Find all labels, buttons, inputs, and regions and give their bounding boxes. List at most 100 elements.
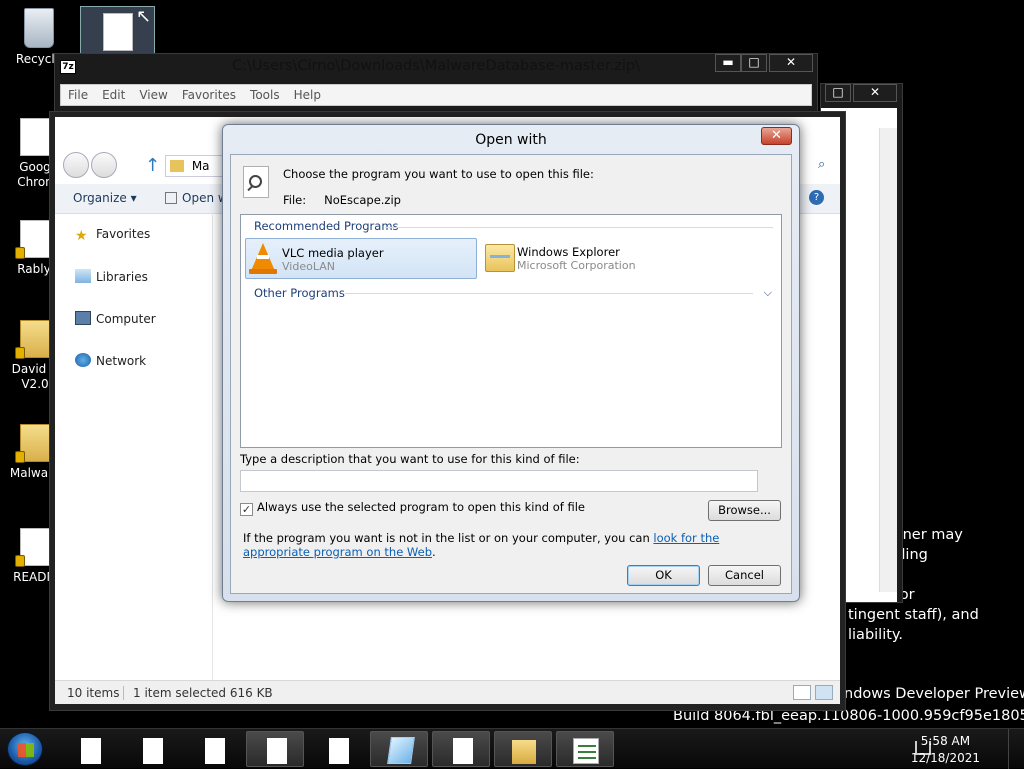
file-line: File: NoEscape.zip [283,193,401,207]
menu-help[interactable]: Help [287,85,328,102]
show-desktop-button[interactable] [1008,729,1024,769]
notepad-icon [387,737,415,764]
watermark-line-1: ndows Developer Preview [844,686,1024,702]
menu-edit[interactable]: Edit [95,85,132,102]
document-icon [143,738,163,764]
open-with-button[interactable]: Open w [165,191,228,205]
document-icon [205,738,225,764]
doc-line: tingent staff), and [848,607,979,623]
description-input[interactable] [240,470,758,492]
close-button[interactable]: ✕ [769,54,813,72]
taskbar-button-doc-6[interactable] [432,731,490,767]
maximize-button[interactable]: □ [825,84,851,102]
nav-item-computer[interactable]: Computer [75,311,156,326]
menu-tools[interactable]: Tools [243,85,287,102]
organize-button[interactable]: Organize ▾ [73,191,137,205]
taskbar-button-doc-2[interactable] [122,731,180,767]
group-divider [345,293,753,294]
star-icon: ★ [75,228,88,244]
hint-text: If the program you want is not in the li… [243,531,783,559]
taskbar-button-notepad[interactable] [370,731,428,767]
maximize-button[interactable]: □ [741,54,767,72]
nav-item-favorites[interactable]: ★ Favorites [75,227,150,244]
file-name: NoEscape.zip [324,193,401,207]
folder-icon [170,160,184,172]
clock-time: 5:58 AM [920,734,971,748]
browse-button[interactable]: Browse... [708,500,781,521]
close-button[interactable]: ✕ [853,84,897,102]
computer-icon [75,311,91,325]
taskbar-button-checklist[interactable] [556,731,614,767]
find-file-icon [243,166,269,198]
description-label: Type a description that you want to use … [240,452,580,466]
details-view-icon[interactable] [793,685,811,700]
menu-view[interactable]: View [132,85,174,102]
cancel-button[interactable]: Cancel [708,565,781,586]
taskbar-button-explorer[interactable] [494,731,552,767]
checkbox-icon [165,192,177,204]
7zip-window[interactable]: 7z C:\Users\Cirno\Downloads\MalwareDatab… [54,53,818,113]
group-divider [385,227,773,228]
lock-icon [15,247,25,259]
network-icon [75,353,91,367]
document-icon [267,738,287,764]
back-button[interactable] [63,152,89,178]
item-count: 10 items [67,686,120,700]
forward-button[interactable] [91,152,117,178]
taskbar: 5:58 AM 12/18/2021 [0,728,1024,769]
program-company: Microsoft Corporation [517,259,636,272]
always-use-checkbox[interactable]: ✓ [240,503,253,516]
nav-label: Libraries [96,270,148,284]
document-icon [81,738,101,764]
chevron-down-icon[interactable]: ⌵ [764,286,772,300]
clock-date: 12/18/2021 [910,751,980,765]
taskbar-button-doc-4[interactable] [246,731,304,767]
checklist-icon [573,738,599,764]
program-item-vlc[interactable]: VLC media player VideoLAN [245,238,477,279]
always-use-row[interactable]: ✓ Always use the selected program to open… [240,500,585,516]
address-path: Ma [191,159,210,173]
program-company: VideoLAN [282,260,335,273]
taskbar-button-doc-3[interactable] [184,731,242,767]
menu-file[interactable]: File [61,85,95,102]
help-icon[interactable]: ? [809,190,824,205]
start-button[interactable] [7,732,43,766]
document-icon [453,738,473,764]
windows-logo-icon [18,743,34,757]
other-programs-header[interactable]: Other Programs [254,286,345,300]
open-with-dialog[interactable]: Open with ✕ Choose the program you want … [222,124,800,602]
minimize-button[interactable]: ▬ [715,54,741,72]
nav-label: Computer [96,312,156,326]
search-icon[interactable]: ⌕ [818,157,838,175]
windows-explorer-icon [485,244,515,272]
large-icons-view-icon[interactable] [815,685,833,700]
taskbar-button-doc-5[interactable] [308,731,366,767]
system-clock[interactable]: 5:58 AM 12/18/2021 [911,733,980,767]
libraries-icon [75,269,91,283]
ok-button[interactable]: OK [627,565,700,586]
up-arrow-icon[interactable]: ↑ [145,155,160,176]
window-title: C:\Users\Cirno\Downloads\MalwareDatabase… [232,58,640,74]
vlc-cone-base [249,269,277,274]
nav-item-libraries[interactable]: Libraries [75,269,148,284]
doc-line: liability. [848,627,904,643]
program-item-windows-explorer[interactable]: Windows Explorer Microsoft Corporation [481,238,713,279]
recommended-programs-header[interactable]: Recommended Programs [254,219,399,233]
program-list: Recommended Programs VLC media player Vi… [240,214,782,448]
taskbar-button-doc-1[interactable] [60,731,118,767]
selection-info: 1 item selected 616 KB [133,686,273,700]
nav-label: Network [96,354,147,368]
scrollbar[interactable] [879,128,897,592]
status-bar: 10 items 1 item selected 616 KB [55,680,840,704]
menu-favorites[interactable]: Favorites [175,85,243,102]
dialog-close-button[interactable]: ✕ [761,127,792,145]
hint-prefix: If the program you want is not in the li… [243,531,654,545]
document-icon [329,738,349,764]
always-use-label: Always use the selected program to open … [257,500,585,514]
nav-item-network[interactable]: Network [75,353,146,368]
vlc-cone-stripe [257,255,269,259]
mouse-cursor-icon: ↖ [136,6,152,27]
dialog-client-area: Choose the program you want to use to op… [230,154,792,594]
dialog-prompt: Choose the program you want to use to op… [283,167,594,181]
program-name: Windows Explorer [517,245,620,259]
